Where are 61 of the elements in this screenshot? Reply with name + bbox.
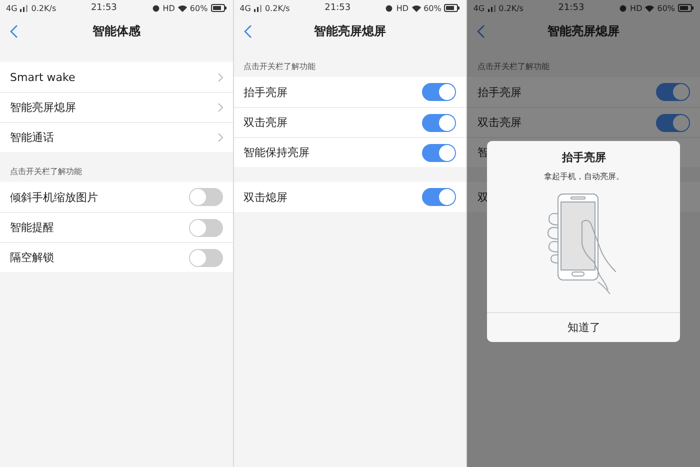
page-title: 智能亮屏熄屏 xyxy=(314,23,386,40)
toggle-switch[interactable] xyxy=(656,83,690,101)
setting-label[interactable]: 双 xyxy=(477,190,488,204)
network-speed: 0.2K/s xyxy=(264,4,290,12)
back-icon[interactable] xyxy=(244,25,252,38)
toggle-switch[interactable] xyxy=(422,144,456,162)
status-time: 21:53 xyxy=(557,3,586,13)
setting-label[interactable]: 双击熄屏 xyxy=(244,190,288,204)
hd-indicator: HD xyxy=(396,4,409,12)
signal-icon xyxy=(254,4,262,12)
signal-icon xyxy=(488,4,496,12)
dialog-message: 拿起手机，自动亮屏。 xyxy=(544,171,624,182)
section-header: 点击开关栏了解功能 xyxy=(10,166,82,177)
got-it-button[interactable]: 知道了 xyxy=(487,312,680,342)
signal-icon xyxy=(20,4,28,12)
setting-label[interactable]: 抬手亮屏 xyxy=(477,84,522,100)
setting-label[interactable]: 隔空解锁 xyxy=(10,250,54,265)
battery-percent: 60% xyxy=(657,4,676,12)
setting-label[interactable]: 抬手亮屏 xyxy=(244,84,288,100)
back-icon[interactable] xyxy=(477,25,486,38)
toggle-switch[interactable] xyxy=(656,114,690,132)
toggle-switch[interactable] xyxy=(188,188,223,206)
wifi-icon xyxy=(412,4,421,12)
setting-label[interactable]: 智能亮屏熄屏 xyxy=(10,100,76,115)
page-title: 智能亮屏熄屏 xyxy=(548,23,620,40)
battery-icon xyxy=(444,4,460,12)
setting-label[interactable]: 双击亮屏 xyxy=(244,115,288,130)
setting-label[interactable]: 双击亮屏 xyxy=(477,115,522,130)
toggle-switch[interactable] xyxy=(422,188,456,206)
network-type: 4G xyxy=(6,4,18,12)
setting-label[interactable]: Smart wake xyxy=(10,70,76,84)
hd-indicator: HD xyxy=(162,4,175,12)
setting-label[interactable]: 倾斜手机缩放图片 xyxy=(10,190,98,204)
setting-label[interactable]: 智能通话 xyxy=(10,130,54,145)
toggle-switch[interactable] xyxy=(422,114,456,132)
page-title: 智能体感 xyxy=(92,23,140,40)
back-icon[interactable] xyxy=(10,25,18,38)
network-type: 4G xyxy=(473,4,485,12)
hd-indicator: HD xyxy=(630,4,642,12)
wifi-icon xyxy=(178,4,187,12)
chevron-icon xyxy=(218,103,223,112)
status-time: 21:53 xyxy=(324,3,352,13)
section-header: 点击开关栏了解功能 xyxy=(477,61,550,72)
chevron-icon xyxy=(218,72,223,82)
status-time: 21:53 xyxy=(90,3,118,13)
toggle-switch[interactable] xyxy=(188,248,223,266)
toggle-switch[interactable] xyxy=(422,83,456,101)
battery-icon xyxy=(210,4,227,12)
network-speed: 0.2K/s xyxy=(31,4,56,12)
chevron-icon xyxy=(218,133,223,142)
battery-percent: 60% xyxy=(190,4,208,12)
network-type: 4G xyxy=(240,4,251,12)
network-speed: 0.2K/s xyxy=(498,4,524,12)
toggle-switch[interactable] xyxy=(188,218,223,236)
setting-label[interactable]: 智能保持亮屏 xyxy=(244,145,310,160)
battery-percent: 60% xyxy=(424,4,442,12)
section-header: 点击开关栏了解功能 xyxy=(244,61,316,72)
battery-icon xyxy=(678,4,694,12)
wifi-icon xyxy=(645,4,654,12)
setting-label[interactable]: 智能提醒 xyxy=(10,220,54,235)
dialog-title: 抬手亮屏 xyxy=(562,150,606,165)
